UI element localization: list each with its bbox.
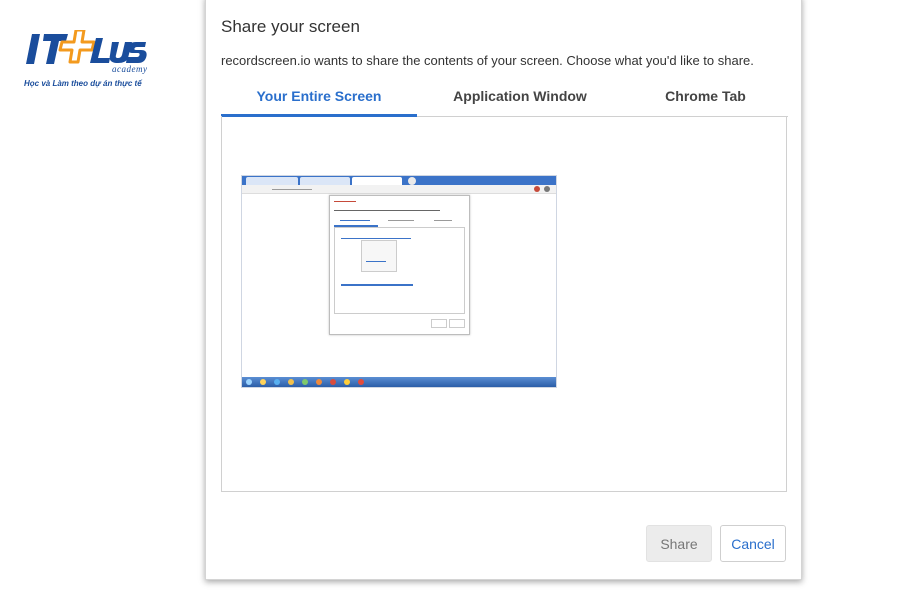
thumbnail-taskbar — [242, 377, 556, 387]
screen-preview-panel — [221, 116, 787, 492]
thumbnail-browser-tabbar — [242, 176, 556, 185]
thumbnail-nested-dialog — [329, 195, 470, 335]
thumbnail-browser-toolbar — [242, 185, 556, 194]
share-button[interactable]: Share — [646, 525, 712, 562]
share-source-tabs: Your Entire Screen Application Window Ch… — [221, 81, 788, 117]
dialog-description: recordscreen.io wants to share the conte… — [221, 53, 754, 68]
logo-academy-text: academy — [112, 64, 148, 74]
dialog-title: Share your screen — [221, 17, 360, 36]
tab-application-window[interactable]: Application Window — [417, 81, 623, 114]
tab-chrome-tab[interactable]: Chrome Tab — [623, 81, 788, 114]
entire-screen-thumbnail[interactable] — [242, 176, 556, 387]
tab-your-entire-screen[interactable]: Your Entire Screen — [221, 81, 417, 117]
logo-tagline: Học và Làm theo dự án thực tế — [24, 79, 142, 88]
itplus-logo: academy Học và Làm theo dự án thực tế — [24, 30, 149, 92]
share-screen-dialog: Share your screen recordscreen.io wants … — [205, 0, 802, 580]
cancel-button[interactable]: Cancel — [720, 525, 786, 562]
